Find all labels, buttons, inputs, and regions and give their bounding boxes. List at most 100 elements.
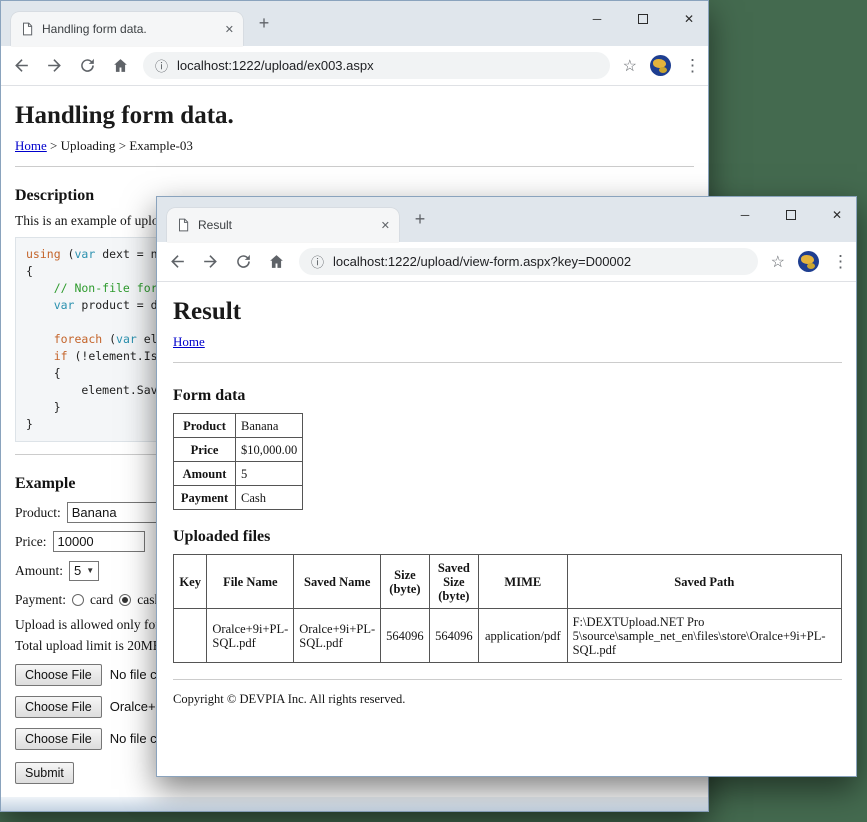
page-favicon-icon — [179, 218, 189, 232]
tab-handling-form-data[interactable]: Handling form data. ✕ — [11, 12, 243, 46]
code-token: if — [53, 349, 68, 363]
choose-file-button[interactable]: Choose File — [15, 663, 102, 686]
close-button[interactable]: ✕ — [682, 11, 696, 27]
browser-toolbar: ⓘ localhost:1222/upload/ex003.aspx ☆ ⋮ — [1, 46, 708, 86]
home-button[interactable] — [266, 252, 286, 272]
code-token: } — [26, 417, 33, 431]
tab-strip: Result ✕ + ─ ✕ — [157, 197, 856, 242]
price-input[interactable]: 10000 — [52, 531, 145, 552]
code-token: element.Sav — [26, 383, 158, 397]
row-header: Amount — [173, 461, 236, 486]
cell-value: Banana — [234, 413, 304, 438]
browser-menu-icon[interactable]: ⋮ — [832, 252, 849, 272]
table-row: Payment Cash — [173, 485, 304, 510]
tab-title: Handling form data. — [42, 22, 147, 36]
cell-value: Oralce+9i+PL-SQL.pdf — [206, 608, 295, 663]
amount-select[interactable]: 5 ▼ — [69, 560, 100, 581]
column-header: Saved Name — [293, 554, 382, 609]
address-bar[interactable]: ⓘ localhost:1222/upload/view-form.aspx?k… — [299, 248, 758, 275]
code-token: ( — [102, 332, 117, 346]
new-tab-button[interactable]: + — [253, 13, 275, 34]
column-header: Size (byte) — [380, 554, 430, 609]
forward-button[interactable] — [44, 56, 64, 76]
avatar-globe-icon — [659, 67, 667, 73]
maximize-button[interactable] — [636, 11, 650, 27]
product-label: Product: — [15, 504, 61, 520]
copyright-text: Copyright © DEVPIA Inc. All rights reser… — [173, 692, 406, 706]
tab-close-icon[interactable]: ✕ — [225, 23, 234, 36]
browser-menu-icon[interactable]: ⋮ — [684, 56, 701, 76]
tab-title: Result — [198, 218, 233, 232]
table-row: Product Banana — [173, 413, 304, 438]
table-row: Price $10,000.00 — [173, 437, 304, 462]
tab-close-icon[interactable]: ✕ — [381, 219, 390, 232]
price-label: Price: — [15, 533, 47, 549]
submit-button[interactable]: Submit — [15, 762, 74, 784]
cell-value: Oralce+9i+PL-SQL.pdf — [293, 608, 382, 663]
choose-file-button[interactable]: Choose File — [15, 727, 102, 750]
page-title: Result — [173, 298, 242, 325]
uploaded-files-heading: Uploaded files — [173, 528, 271, 545]
payment-label: Payment: — [15, 591, 66, 607]
column-header: Saved Size (byte) — [428, 554, 480, 609]
table-row: Amount 5 — [173, 461, 304, 486]
forward-button[interactable] — [200, 252, 220, 272]
code-token: ( — [60, 247, 75, 261]
minimize-button[interactable]: ─ — [590, 11, 604, 27]
cell-value: F:\DEXTUpload.NET Pro 5\source\sample_ne… — [566, 608, 843, 663]
card-radio-label: card — [90, 591, 114, 607]
page-info-icon[interactable]: ⓘ — [311, 252, 324, 271]
address-bar[interactable]: ⓘ localhost:1222/upload/ex003.aspx — [143, 52, 610, 79]
url-text: localhost:1222/upload/view-form.aspx?key… — [333, 254, 632, 269]
cell-value: application/pdf — [478, 608, 568, 663]
choose-file-button[interactable]: Choose File — [15, 695, 102, 718]
breadcrumb: Home > Uploading > Example-03 — [15, 138, 694, 154]
page-title: Handling form data. — [15, 102, 234, 129]
cell-value: $10,000.00 — [234, 437, 304, 462]
back-button[interactable] — [11, 56, 31, 76]
page-info-icon[interactable]: ⓘ — [155, 56, 168, 75]
bookmark-star-icon[interactable]: ☆ — [623, 56, 637, 76]
window-controls: ─ ✕ — [590, 6, 696, 32]
maximize-button[interactable] — [784, 207, 798, 223]
amount-selected-value: 5 — [74, 563, 82, 578]
code-token: var — [53, 298, 75, 312]
front-browser-window: Result ✕ + ─ ✕ ⓘ localhost:1222/upload/v… — [156, 196, 857, 777]
profile-avatar[interactable] — [650, 55, 671, 76]
page-favicon-icon — [23, 22, 33, 36]
card-radio[interactable] — [72, 593, 84, 606]
form-data-heading: Form data — [173, 387, 246, 404]
new-tab-button[interactable]: + — [409, 209, 431, 230]
profile-avatar[interactable] — [798, 251, 819, 272]
divider — [173, 679, 842, 680]
window-bottom-edge — [1, 797, 708, 811]
back-button[interactable] — [167, 252, 187, 272]
cell-value — [172, 608, 208, 663]
tab-result[interactable]: Result ✕ — [167, 208, 399, 242]
reload-button[interactable] — [233, 252, 253, 272]
minimize-button[interactable]: ─ — [738, 207, 752, 223]
bookmark-star-icon[interactable]: ☆ — [771, 252, 785, 272]
avatar-globe-icon — [807, 263, 815, 269]
close-button[interactable]: ✕ — [830, 207, 844, 223]
home-link[interactable]: Home — [173, 334, 205, 349]
row-header: Product — [173, 413, 236, 438]
code-token: product = de — [74, 298, 165, 312]
code-token: { — [26, 264, 33, 278]
amount-label: Amount: — [15, 562, 64, 578]
cash-radio[interactable] — [119, 593, 132, 606]
front-page: Result Home Form data Product Banana Price… — [157, 282, 856, 776]
code-token: foreach — [53, 332, 103, 346]
divider — [173, 362, 842, 363]
chevron-down-icon: ▼ — [86, 566, 95, 575]
code-token: using — [26, 247, 61, 261]
url-text: localhost:1222/upload/ex003.aspx — [177, 58, 374, 73]
reload-button[interactable] — [77, 56, 97, 76]
breadcrumb-home-link[interactable]: Home — [15, 138, 47, 153]
code-token: var — [74, 247, 96, 261]
home-button[interactable] — [110, 56, 130, 76]
row-header: Payment — [173, 485, 236, 510]
tab-strip: Handling form data. ✕ + ─ ✕ — [1, 1, 708, 46]
code-token: var — [116, 332, 137, 346]
